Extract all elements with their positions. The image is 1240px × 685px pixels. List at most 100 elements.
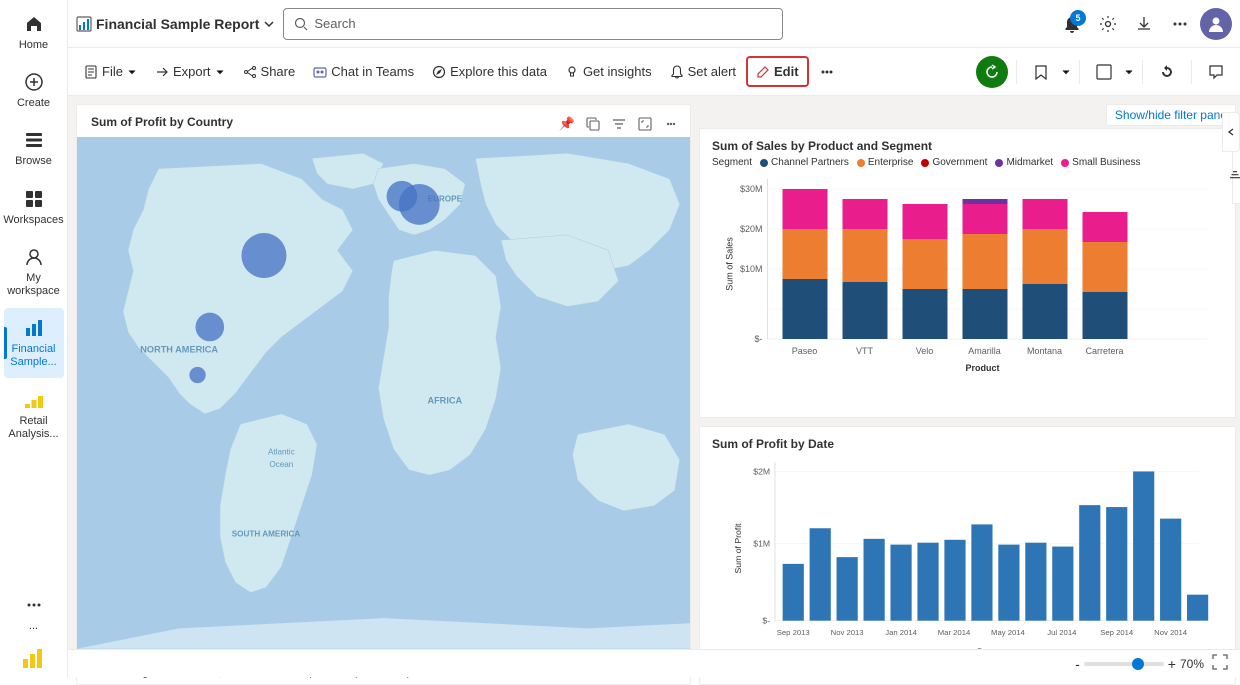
svg-text:Jul 2014: Jul 2014 <box>1047 628 1077 637</box>
svg-text:$-: $- <box>762 616 770 626</box>
comment-button[interactable] <box>1200 56 1232 88</box>
svg-text:Jan 2014: Jan 2014 <box>885 628 917 637</box>
share-icon <box>243 65 257 79</box>
refresh-button[interactable] <box>976 56 1008 88</box>
view-button[interactable] <box>1088 56 1120 88</box>
insights-label: Get insights <box>583 64 652 79</box>
svg-text:AFRICA: AFRICA <box>427 396 462 406</box>
reload-button[interactable] <box>1151 56 1183 88</box>
edit-icon <box>756 65 770 79</box>
legend-enterprise-label: Enterprise <box>868 157 914 168</box>
toolbar-divider-4 <box>1191 60 1192 84</box>
map-chart-icons: 📌 <box>556 113 682 135</box>
sidebar-item-workspaces[interactable]: Workspaces <box>4 179 64 235</box>
zoom-control: - + 70% <box>1075 656 1204 672</box>
toolbar: File Export Share Chat in Teams <box>68 48 1240 96</box>
avatar-icon <box>1207 15 1225 33</box>
svg-text:Montana: Montana <box>1027 346 1062 356</box>
refresh-icon <box>984 64 1000 80</box>
toolbar-right-controls <box>976 56 1232 88</box>
insights-icon <box>565 65 579 79</box>
world-map-svg: NORTH AMERICA Atlantic Ocean EUROPE AFRI… <box>77 137 690 660</box>
svg-text:$20M: $20M <box>740 224 763 234</box>
view-chevron-icon <box>1124 67 1134 77</box>
topbar-right: 5 <box>1056 8 1232 40</box>
filter-visual-icon[interactable] <box>608 113 630 135</box>
filters-panel[interactable]: Filters <box>1232 144 1240 204</box>
legend-midmarket: Midmarket <box>995 157 1053 168</box>
svg-text:$30M: $30M <box>740 184 763 194</box>
chat-teams-button[interactable]: Chat in Teams <box>305 58 422 85</box>
legend-midmarket-label: Midmarket <box>1006 157 1053 168</box>
export-chevron-icon <box>215 67 225 77</box>
legend-small-business-label: Small Business <box>1072 157 1140 168</box>
edit-button[interactable]: Edit <box>746 56 809 87</box>
filter-pane-header: Show/hide filter pane Filters <box>699 104 1236 126</box>
sidebar-item-retail[interactable]: Retail Analysis... <box>4 380 64 449</box>
search-placeholder: Search <box>314 16 355 31</box>
insights-button[interactable]: Get insights <box>557 58 660 85</box>
pin-icon[interactable]: 📌 <box>556 113 578 135</box>
expand-visual-icon[interactable] <box>634 113 656 135</box>
more-options-button[interactable] <box>1164 8 1196 40</box>
chat-teams-label: Chat in Teams <box>331 64 414 79</box>
sidebar-item-create-label: Create <box>17 97 50 110</box>
more-visual-icon[interactable] <box>660 113 682 135</box>
profit-chart-panel: Sum of Profit by Date $2M $1M $- Sum of … <box>699 426 1236 685</box>
file-label: File <box>102 64 123 79</box>
segment-label-text: Segment <box>712 157 752 168</box>
settings-button[interactable] <box>1092 8 1124 40</box>
file-button[interactable]: File <box>76 58 145 85</box>
zoom-minus-button[interactable]: - <box>1075 656 1080 672</box>
share-button[interactable]: Share <box>235 58 304 85</box>
explore-button[interactable]: Explore this data <box>424 58 555 85</box>
user-avatar[interactable] <box>1200 8 1232 40</box>
gear-icon <box>1099 15 1117 33</box>
zoom-plus-button[interactable]: + <box>1168 656 1176 672</box>
zoom-slider[interactable] <box>1084 662 1164 666</box>
svg-text:Sum of Profit: Sum of Profit <box>733 523 743 574</box>
svg-text:Nov 2013: Nov 2013 <box>831 628 864 637</box>
sidebar-item-myworkspace[interactable]: My workspace <box>4 237 64 306</box>
bar-chart-svg: $30M $20M $10M $- Sum of Sales <box>712 174 1223 374</box>
export-button[interactable]: Export <box>147 58 233 85</box>
notifications-button[interactable]: 5 <box>1056 8 1088 40</box>
sidebar-item-browse[interactable]: Browse <box>4 120 64 176</box>
fullscreen-icon <box>1212 654 1228 670</box>
alert-button[interactable]: Set alert <box>662 58 744 85</box>
zoom-slider-thumb <box>1132 658 1144 670</box>
bookmark-button[interactable] <box>1025 56 1057 88</box>
copy-visual-icon[interactable] <box>582 113 604 135</box>
svg-text:Sum of Sales: Sum of Sales <box>725 237 735 291</box>
svg-text:Atlantic: Atlantic <box>268 448 295 457</box>
sidebar-item-home[interactable]: Home <box>4 4 64 60</box>
toolbar-more-button[interactable] <box>811 58 843 86</box>
svg-text:Ocean: Ocean <box>269 460 293 469</box>
collapse-filter-btn[interactable] <box>1222 112 1240 152</box>
bar-chart-legend: Segment Channel Partners Enterprise Gove… <box>712 157 1223 168</box>
download-button[interactable] <box>1128 8 1160 40</box>
svg-text:Paseo: Paseo <box>792 346 818 356</box>
svg-text:Sep 2013: Sep 2013 <box>777 628 810 637</box>
toolbar-divider-1 <box>1016 60 1017 84</box>
sidebar-item-more[interactable]: ... <box>4 585 64 641</box>
statusbar: - + 70% <box>68 649 1240 677</box>
profit-chart-svg: $2M $1M $- Sum of Profit <box>712 457 1223 664</box>
svg-text:$2M: $2M <box>753 466 770 476</box>
bookmark-chevron-icon <box>1061 67 1071 77</box>
reload-icon <box>1159 64 1175 80</box>
file-chevron-icon <box>127 67 137 77</box>
search-icon <box>294 17 308 31</box>
sidebar-item-home-label: Home <box>19 39 48 52</box>
sidebar-item-create[interactable]: Create <box>4 62 64 118</box>
svg-text:May 2014: May 2014 <box>991 628 1025 637</box>
alert-label: Set alert <box>688 64 736 79</box>
fullscreen-button[interactable] <box>1212 654 1228 673</box>
active-indicator <box>4 327 7 359</box>
svg-text:Velo: Velo <box>916 346 934 356</box>
show-hide-filter-pane[interactable]: Show/hide filter pane <box>1106 104 1236 126</box>
search-box[interactable]: Search <box>283 8 783 40</box>
financial-icon <box>22 316 46 340</box>
map-container: NORTH AMERICA Atlantic Ocean EUROPE AFRI… <box>77 137 690 660</box>
sidebar-item-financial[interactable]: Financial Sample... <box>4 308 64 377</box>
